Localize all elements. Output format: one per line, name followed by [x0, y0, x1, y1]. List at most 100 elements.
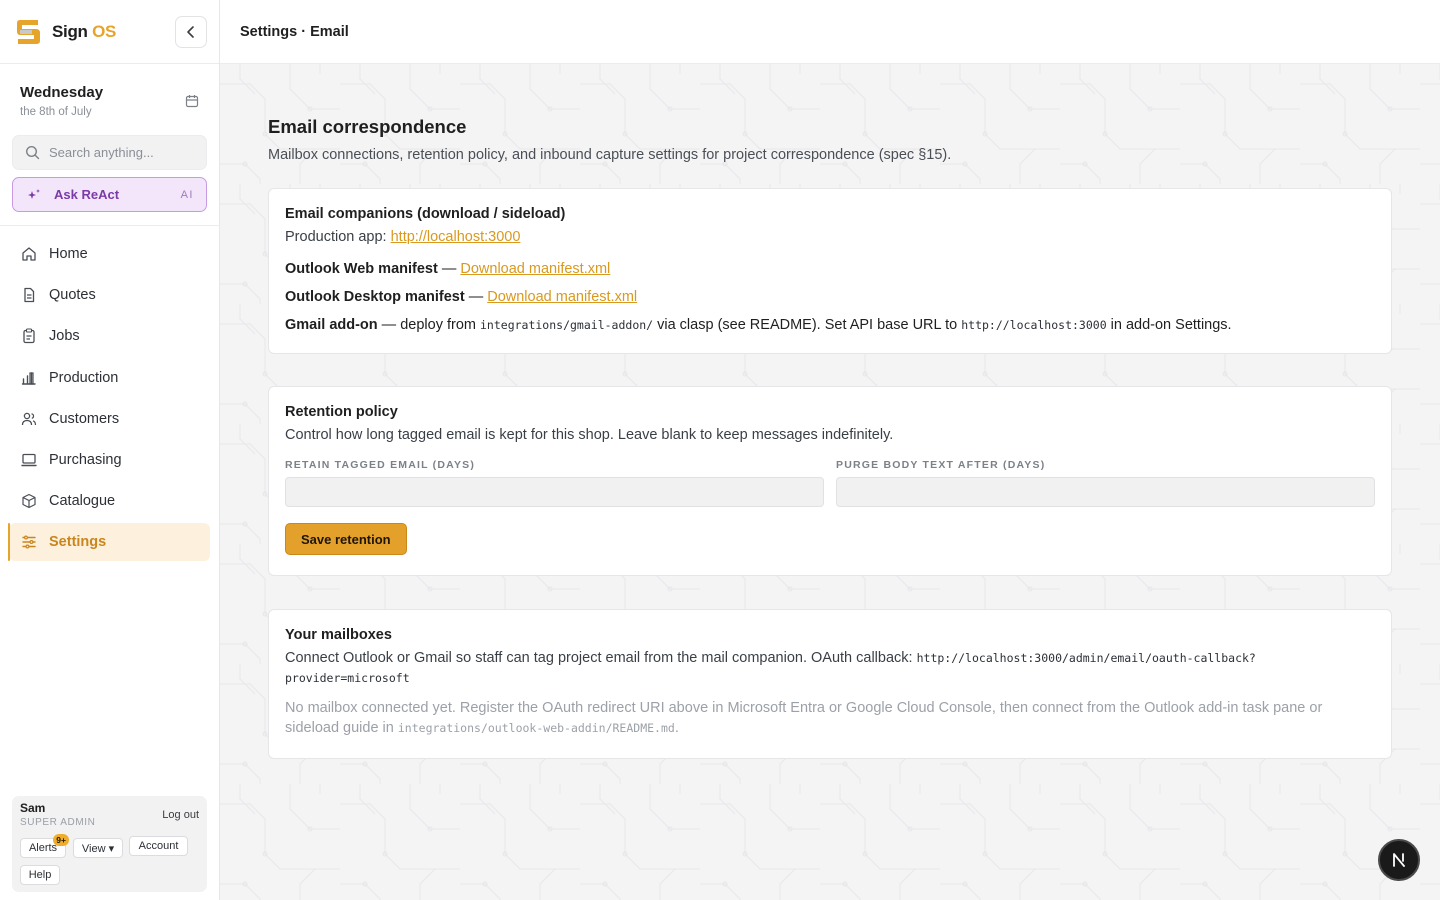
ask-react-label: Ask ReAct	[54, 187, 120, 202]
card-title: Email companions (download / sideload)	[285, 206, 566, 222]
account-label: Account	[138, 840, 179, 852]
sidebar-item-production[interactable]: Production	[9, 359, 210, 397]
sparkle-icon	[28, 188, 40, 199]
calendar-icon[interactable]	[185, 94, 199, 108]
production-app-link[interactable]: http://localhost:3000	[391, 229, 521, 245]
mailboxes-description: Connect Outlook or Gmail so staff can ta…	[285, 648, 1375, 688]
production-app-row: Production app: http://localhost:3000	[285, 227, 1375, 247]
sidebar-item-home[interactable]: Home	[9, 235, 210, 273]
sidebar-item-purchasing[interactable]: Purchasing	[9, 441, 210, 479]
retention-description: Control how long tagged email is kept fo…	[285, 427, 894, 443]
user-panel: Sam SUPER ADMIN Log out Alerts 9+ View ▾…	[12, 796, 207, 892]
users-icon	[21, 412, 37, 425]
empty-end: .	[674, 720, 679, 736]
monitor-icon	[21, 453, 37, 467]
your-mailboxes-card: Your mailboxes Connect Outlook or Gmail …	[268, 609, 1392, 759]
page-title: Email correspondence	[268, 116, 467, 137]
purge-days-input[interactable]	[836, 477, 1375, 507]
sliders-icon	[22, 535, 36, 549]
alerts-label: Alerts	[28, 842, 58, 854]
empty-mailbox-message: No mailbox connected yet. Register the O…	[285, 698, 1375, 738]
sidebar-item-label: Settings	[49, 534, 107, 551]
sidebar-item-catalogue[interactable]: Catalogue	[9, 482, 210, 520]
page-subtitle: Mailbox connections, retention policy, a…	[268, 147, 952, 163]
retain-days-input[interactable]	[285, 477, 824, 507]
brand-name: Sign OS	[52, 21, 117, 41]
purge-days-group: PURGE BODY TEXT AFTER (DAYS)	[836, 459, 1375, 507]
sidebar-item-label: Customers	[49, 410, 120, 427]
sidebar: Sign OS Wednesday the 8th of July Ask Re…	[0, 0, 220, 900]
gmail-text: in add-on Settings.	[1106, 317, 1232, 333]
sidebar-item-label: Jobs	[49, 328, 80, 345]
oauth-callback-url-cont: provider=microsoft	[285, 671, 410, 685]
document-icon	[24, 288, 35, 303]
ask-react-button[interactable]: Ask ReAct AI	[12, 177, 207, 212]
outlook-desktop-row: Outlook Desktop manifest — Download mani…	[285, 287, 1375, 307]
search-input[interactable]	[49, 145, 199, 160]
alerts-button[interactable]: Alerts 9+	[20, 834, 69, 858]
sidebar-item-label: Catalogue	[49, 493, 116, 510]
collapse-sidebar-button[interactable]	[175, 16, 207, 48]
retain-days-label: RETAIN TAGGED EMAIL (DAYS)	[285, 459, 476, 471]
help-button[interactable]: Help	[20, 865, 60, 885]
page-content: Email correspondence Mailbox connections…	[268, 116, 1392, 759]
view-label: View ▾	[81, 842, 115, 855]
sidebar-item-label: Production	[49, 369, 119, 386]
separator: —	[464, 289, 488, 305]
main-nav: Home Quotes Jobs Production Customers Pu…	[0, 226, 219, 562]
mailboxes-desc-text: Connect Outlook or Gmail so staff can ta…	[285, 650, 917, 666]
breadcrumb: Settings · Email	[240, 23, 349, 40]
help-label: Help	[28, 869, 52, 881]
retention-policy-card: Retention policy Control how long tagged…	[268, 386, 1392, 576]
sign-os-logo-icon	[17, 19, 40, 44]
outlook-desktop-label: Outlook Desktop manifest	[285, 289, 465, 305]
save-retention-button[interactable]: Save retention	[285, 523, 407, 555]
sidebar-item-customers[interactable]: Customers	[9, 400, 210, 438]
production-app-label: Production app:	[285, 229, 391, 245]
card-title: Your mailboxes	[285, 627, 392, 643]
sidebar-item-jobs[interactable]: Jobs	[9, 317, 210, 355]
retention-fields: RETAIN TAGGED EMAIL (DAYS) PURGE BODY TE…	[285, 459, 1375, 507]
sidebar-item-settings[interactable]: Settings	[8, 523, 210, 562]
view-dropdown[interactable]: View ▾	[73, 838, 123, 858]
purge-days-label: PURGE BODY TEXT AFTER (DAYS)	[836, 459, 1046, 471]
gmail-addon-path: integrations/gmail-addon/	[480, 318, 654, 332]
chevron-left-icon	[187, 26, 194, 38]
weekday: Wednesday	[20, 84, 104, 101]
sidebar-item-label: Quotes	[49, 287, 96, 304]
gmail-text: — deploy from	[377, 317, 480, 333]
gmail-addon-label: Gmail add-on	[285, 317, 378, 333]
card-title: Retention policy	[285, 404, 398, 420]
sidebar-item-quotes[interactable]: Quotes	[9, 276, 210, 314]
next-dev-indicator-button[interactable]: N	[1378, 839, 1420, 881]
ai-tag: AI	[180, 188, 194, 201]
outlook-web-label: Outlook Web manifest	[285, 261, 438, 277]
alerts-badge: 9+	[53, 834, 69, 846]
home-icon	[22, 247, 36, 261]
outlook-desktop-download-link[interactable]: Download manifest.xml	[487, 289, 637, 305]
bar-chart-icon	[21, 371, 36, 385]
gmail-addon-row: Gmail add-on — deploy from integrations/…	[285, 315, 1375, 335]
email-companions-card: Email companions (download / sideload) P…	[268, 188, 1392, 354]
search-box[interactable]	[12, 135, 207, 170]
clipboard-icon	[23, 328, 35, 344]
separator: —	[437, 261, 461, 277]
main-content: Email correspondence Mailbox connections…	[220, 64, 1440, 900]
api-base-url: http://localhost:3000	[961, 318, 1107, 332]
oauth-callback-url: http://localhost:3000/admin/email/oauth-…	[916, 651, 1256, 665]
logout-link[interactable]: Log out	[162, 809, 199, 821]
sidebar-item-label: Home	[49, 246, 88, 262]
date-block: Wednesday the 8th of July	[0, 64, 219, 135]
topbar: Settings · Email	[220, 0, 1440, 64]
readme-path: integrations/outlook-web-addin/README.md	[397, 721, 675, 735]
brand-header: Sign OS	[0, 0, 219, 64]
next-logo-icon	[1393, 853, 1405, 867]
search-icon	[25, 145, 40, 160]
sidebar-item-label: Purchasing	[49, 451, 122, 468]
outlook-web-row: Outlook Web manifest — Download manifest…	[285, 259, 1375, 279]
date-subtitle: the 8th of July	[20, 106, 92, 118]
outlook-web-download-link[interactable]: Download manifest.xml	[460, 261, 610, 277]
account-button[interactable]: Account	[129, 836, 188, 856]
box-icon	[22, 494, 36, 509]
retain-days-group: RETAIN TAGGED EMAIL (DAYS)	[285, 459, 824, 507]
